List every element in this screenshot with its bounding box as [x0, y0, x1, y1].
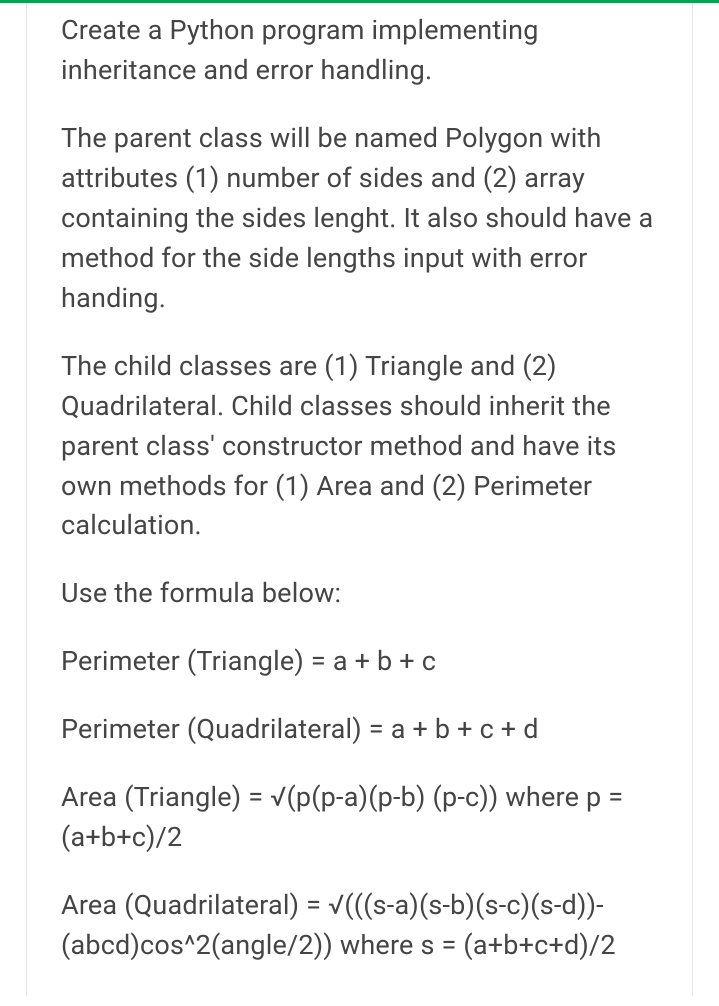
paragraph-area-triangle: Area (Triangle) = √(p(p-a)(p-b) (p-c)) w… — [61, 778, 658, 858]
paragraph-child-classes: The child classes are (1) Triangle and (… — [61, 347, 658, 547]
document-content: Create a Python program implementing inh… — [26, 3, 693, 996]
paragraph-formula-intro: Use the formula below: — [61, 574, 658, 614]
paragraph-perimeter-quadrilateral: Perimeter (Quadrilateral) = a + b + c + … — [61, 710, 658, 750]
paragraph-area-quadrilateral: Area (Quadrilateral) = √(((s-a)(s-b)(s-c… — [61, 886, 658, 966]
content-wrapper: Create a Python program implementing inh… — [0, 3, 719, 996]
paragraph-parent-class: The parent class will be named Polygon w… — [61, 119, 658, 319]
left-border — [26, 3, 27, 996]
paragraph-intro: Create a Python program implementing inh… — [61, 11, 658, 91]
paragraph-perimeter-triangle: Perimeter (Triangle) = a + b + c — [61, 642, 658, 682]
right-border — [692, 3, 693, 996]
